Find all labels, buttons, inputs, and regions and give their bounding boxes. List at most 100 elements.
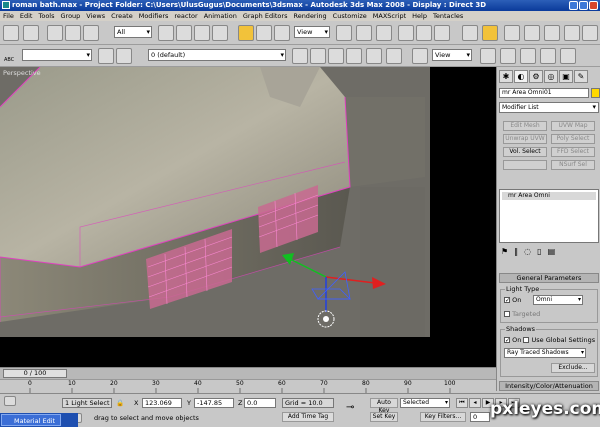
- layer-light-icon[interactable]: [116, 48, 132, 64]
- intensity-rollout[interactable]: Intensity/Color/Attenuation: [499, 381, 599, 391]
- curve-editor-icon[interactable]: [504, 25, 520, 41]
- vol-select-button[interactable]: Vol. Select: [503, 147, 547, 157]
- rectangular-selection-icon[interactable]: [194, 25, 210, 41]
- percent-snap-icon[interactable]: [434, 25, 450, 41]
- unwrap-uvw-button[interactable]: Unwrap UVW: [503, 134, 547, 144]
- time-slider-thumb[interactable]: 0 / 100: [3, 369, 67, 378]
- menu-tentacles[interactable]: Tentacles: [433, 11, 463, 21]
- stack-item-mr-area-omni[interactable]: mr Area Omni: [502, 192, 596, 200]
- use-global-checkbox[interactable]: [523, 337, 530, 343]
- selection-filter-dropdown[interactable]: All: [114, 26, 152, 38]
- menu-animation[interactable]: Animation: [204, 11, 237, 21]
- menu-tools[interactable]: Tools: [38, 11, 54, 21]
- viewport-label[interactable]: Perspective: [3, 69, 41, 77]
- angle-snap-icon[interactable]: [416, 25, 432, 41]
- key-selection-dropdown[interactable]: Selected: [400, 398, 450, 408]
- menu-views[interactable]: Views: [86, 11, 105, 21]
- object-color-swatch[interactable]: [591, 88, 600, 98]
- targeted-checkbox[interactable]: [504, 311, 510, 317]
- nsurf-sel-button[interactable]: NSurf Sel: [551, 160, 595, 170]
- snaps-toggle-icon[interactable]: [398, 25, 414, 41]
- utilities-tab-icon[interactable]: ✎: [574, 70, 588, 83]
- menu-create[interactable]: Create: [111, 11, 133, 21]
- make-unique-icon[interactable]: ◌: [524, 247, 531, 256]
- window-crossing-icon[interactable]: [212, 25, 228, 41]
- previous-frame-icon[interactable]: ◂: [469, 398, 481, 408]
- effects-icon[interactable]: [540, 48, 556, 64]
- select-and-rotate-icon[interactable]: [256, 25, 272, 41]
- y-coordinate-field[interactable]: -147.85: [194, 398, 234, 408]
- bind-space-warp-icon[interactable]: [83, 25, 99, 41]
- ffd-select-button[interactable]: FFD Select: [551, 147, 595, 157]
- link-icon[interactable]: [47, 25, 63, 41]
- empty-modifier-button[interactable]: [503, 160, 547, 170]
- select-manipulate-icon[interactable]: [356, 25, 372, 41]
- motion-tab-icon[interactable]: ◎: [544, 70, 558, 83]
- object-name-field[interactable]: mr Area Omni01: [499, 88, 589, 98]
- quick-render-2-icon[interactable]: [480, 48, 496, 64]
- render-view-dropdown[interactable]: View: [432, 49, 472, 61]
- menu-maxscript[interactable]: MAXScript: [373, 11, 406, 21]
- key-mode-icon[interactable]: ⊸: [346, 402, 354, 413]
- add-to-layer-icon[interactable]: [310, 48, 326, 64]
- hierarchy-tab-icon[interactable]: ⚙: [529, 70, 543, 83]
- create-layer-icon[interactable]: [292, 48, 308, 64]
- uvw-map-button[interactable]: UVW Map: [551, 121, 595, 131]
- modifier-stack[interactable]: mr Area Omni: [499, 189, 599, 243]
- menu-graph-editors[interactable]: Graph Editors: [243, 11, 288, 21]
- menu-file[interactable]: File: [3, 11, 14, 21]
- pin-stack-icon[interactable]: ⚑: [501, 247, 508, 256]
- display-tab-icon[interactable]: ▣: [559, 70, 573, 83]
- light-type-dropdown[interactable]: Omni: [533, 295, 583, 305]
- create-tab-icon[interactable]: ✱: [499, 70, 513, 83]
- track-bar[interactable]: 0 10 20 30 40 50 60 70 80 90 100: [0, 379, 496, 394]
- keyboard-shortcut-icon[interactable]: [376, 25, 392, 41]
- close-button[interactable]: [589, 1, 598, 10]
- remove-modifier-icon[interactable]: ▯: [537, 247, 541, 256]
- layer-dropdown[interactable]: 0 (default): [148, 49, 286, 61]
- active-shade-icon[interactable]: [500, 48, 516, 64]
- modifier-list-dropdown[interactable]: Modifier List: [499, 102, 599, 113]
- auto-key-button[interactable]: Auto Key: [370, 398, 398, 414]
- menu-edit[interactable]: Edit: [20, 11, 33, 21]
- select-and-move-icon[interactable]: [238, 25, 254, 41]
- perspective-viewport[interactable]: Perspective: [0, 67, 496, 367]
- schematic-view-icon[interactable]: [524, 25, 540, 41]
- select-object-icon[interactable]: [158, 25, 174, 41]
- quick-render-icon[interactable]: [582, 25, 598, 41]
- taskbar-material-editor[interactable]: Material Edit: [1, 414, 61, 426]
- maximize-button[interactable]: [579, 1, 588, 10]
- set-current-layer-icon[interactable]: [346, 48, 362, 64]
- unlink-icon[interactable]: [65, 25, 81, 41]
- render-setup-icon[interactable]: [564, 25, 580, 41]
- current-frame-field[interactable]: 0: [470, 412, 490, 422]
- maxscript-listener-icon[interactable]: [4, 396, 16, 406]
- menu-reactor[interactable]: reactor: [174, 11, 197, 21]
- show-end-result-icon[interactable]: ‖: [514, 247, 518, 256]
- set-key-button[interactable]: Set Key: [370, 412, 398, 422]
- mirror-icon[interactable]: [462, 25, 478, 41]
- select-and-scale-icon[interactable]: [274, 25, 290, 41]
- menu-group[interactable]: Group: [61, 11, 81, 21]
- exclude-button[interactable]: Exclude...: [551, 363, 595, 373]
- environment-icon[interactable]: [520, 48, 536, 64]
- render-teapot-icon[interactable]: [386, 48, 402, 64]
- minimize-button[interactable]: [569, 1, 578, 10]
- named-selection-dropdown[interactable]: [22, 49, 92, 61]
- material-ball-icon[interactable]: [366, 48, 382, 64]
- undo-icon[interactable]: [3, 25, 19, 41]
- configure-sets-icon[interactable]: ▤: [548, 247, 556, 256]
- layer-manager-icon[interactable]: [98, 48, 114, 64]
- material-editor-icon[interactable]: [544, 25, 560, 41]
- pivot-center-icon[interactable]: [336, 25, 352, 41]
- menu-help[interactable]: Help: [412, 11, 427, 21]
- shadow-type-dropdown[interactable]: Ray Traced Shadows: [504, 348, 586, 358]
- x-coordinate-field[interactable]: 123.069: [142, 398, 182, 408]
- batch-render-icon[interactable]: [560, 48, 576, 64]
- edit-mesh-button[interactable]: Edit Mesh: [503, 121, 547, 131]
- key-filters-button[interactable]: Key Filters...: [420, 412, 466, 422]
- render-frame-icon[interactable]: [412, 48, 428, 64]
- reference-coordinate-dropdown[interactable]: View: [294, 26, 330, 38]
- lock-selection-icon[interactable]: 🔒: [116, 399, 124, 407]
- shadow-on-checkbox[interactable]: ✓: [504, 337, 510, 344]
